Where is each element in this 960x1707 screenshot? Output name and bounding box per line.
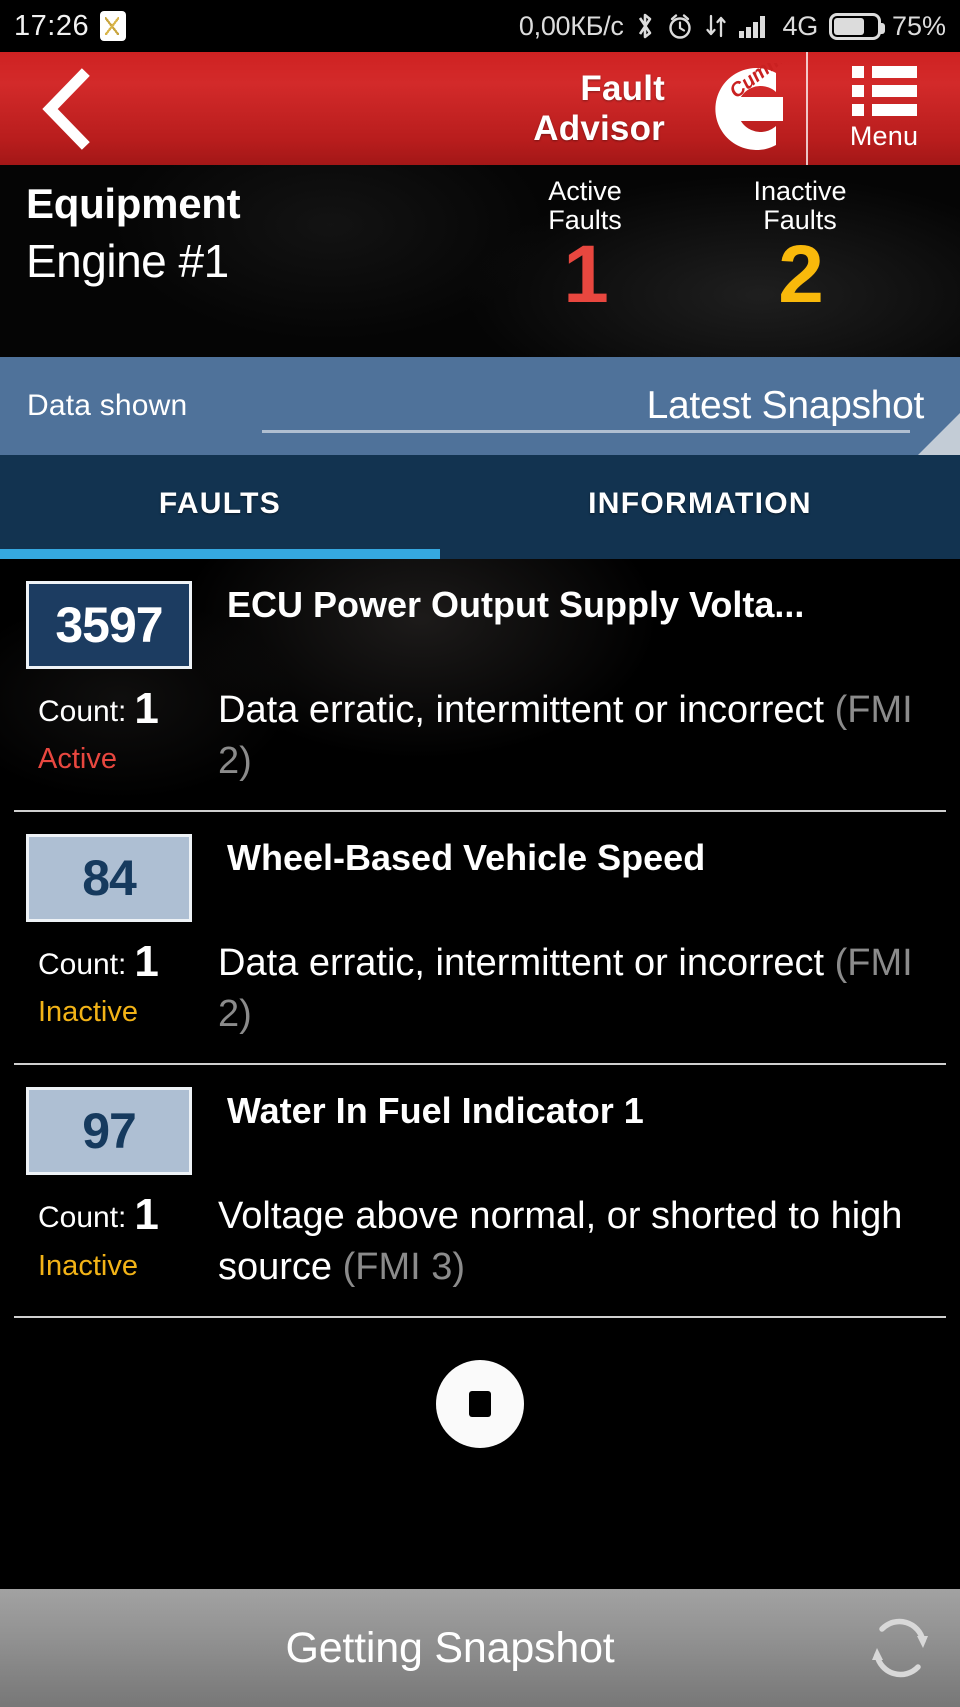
status-bar-clock: 17:26 <box>14 9 90 42</box>
fault-title: ECU Power Output Supply Volta... <box>227 585 805 625</box>
fault-row-body: Count: 1 Inactive Voltage above normal, o… <box>0 1175 960 1316</box>
fault-description: Voltage above normal, or shorted to high… <box>218 1191 960 1292</box>
fault-count-line: Count: 1 <box>38 1190 204 1240</box>
data-shown-selector[interactable]: Data shown Latest Snapshot <box>0 357 960 455</box>
fault-row-header: 3597 ECU Power Output Supply Volta... <box>0 559 960 669</box>
spn-badge: 97 <box>26 1087 192 1176</box>
fault-count-label: Count: <box>38 695 127 728</box>
equipment-identity: Equipment Engine #1 <box>26 179 241 290</box>
fault-count-value: 1 <box>134 1190 159 1240</box>
app-screen: 17:26 0,00КБ/с 4G 75% Fault Advisor Cumm… <box>0 0 960 1707</box>
fault-title: Wheel-Based Vehicle Speed <box>227 838 706 879</box>
signal-bars-icon <box>738 11 772 41</box>
tab-faults[interactable]: FAULTS <box>0 455 440 553</box>
list-menu-icon <box>851 65 917 116</box>
data-transfer-icon <box>705 11 727 41</box>
loading-status-text: Getting Snapshot <box>285 1623 615 1672</box>
tab-information[interactable]: INFORMATION <box>440 455 960 553</box>
app-title: Fault Advisor <box>533 69 665 149</box>
fault-count-block: Count: 1 Inactive <box>12 937 204 1029</box>
network-type-text: 4G <box>782 10 819 41</box>
table-row[interactable]: 97 Water In Fuel Indicator 1 Count: 1 Ina… <box>0 1065 960 1319</box>
fault-row-header: 84 Wheel-Based Vehicle Speed <box>0 812 960 923</box>
active-faults-stat: Active Faults 1 <box>505 176 665 320</box>
fault-count-block: Count: 1 Active <box>12 684 204 776</box>
inactive-faults-label-line1: Inactive <box>753 176 847 206</box>
resize-corner-icon[interactable] <box>918 413 960 455</box>
alarm-clock-icon <box>666 11 694 41</box>
battery-percent-text: 75% <box>891 10 946 41</box>
fault-row-header: 97 Water In Fuel Indicator 1 <box>0 1065 960 1176</box>
fault-count-line: Count: 1 <box>38 937 204 987</box>
fault-row-body: Count: 1 Active Data erratic, intermitten… <box>0 669 960 810</box>
app-notification-icon <box>100 11 127 41</box>
menu-button[interactable]: Menu <box>808 52 960 165</box>
spn-badge: 84 <box>26 834 192 923</box>
menu-button-label: Menu <box>849 120 919 151</box>
svg-text:Cummins: Cummins <box>726 63 794 103</box>
inactive-faults-stat: Inactive Faults 2 <box>720 176 880 320</box>
table-row[interactable]: 3597 ECU Power Output Supply Volta... Co… <box>0 559 960 813</box>
status-bar-right-cluster: 0,00КБ/с 4G 75% <box>519 11 946 42</box>
fault-description-text: Data erratic, intermittent or incorrect <box>218 689 825 731</box>
battery-icon <box>828 12 885 40</box>
fault-count-line: Count: 1 <box>38 684 204 733</box>
loading-spinner-icon <box>436 1360 524 1448</box>
fault-count-block: Count: 1 Inactive <box>12 1190 204 1282</box>
fault-description-text: Data erratic, intermittent or incorrect <box>218 942 825 985</box>
bottom-status-bar: Getting Snapshot <box>0 1589 960 1707</box>
active-faults-label-line1: Active <box>548 176 622 206</box>
bluetooth-icon <box>635 11 655 41</box>
tab-selected-indicator <box>0 549 440 559</box>
app-title-line1: Fault <box>580 68 665 108</box>
back-button[interactable] <box>0 52 130 165</box>
app-header-bar: Fault Advisor Cummins Menu <box>0 29 960 165</box>
fault-title: Water In Fuel Indicator 1 <box>227 1091 644 1132</box>
fault-count-value: 1 <box>134 937 159 987</box>
android-status-bar: 17:26 0,00КБ/с 4G 75% <box>0 0 960 52</box>
refresh-sync-icon <box>872 1618 928 1678</box>
app-title-line2: Advisor <box>533 108 665 148</box>
active-faults-count: 1 <box>563 228 609 320</box>
back-chevron-icon <box>42 67 90 150</box>
status-badge: Active <box>38 743 117 776</box>
status-badge: Inactive <box>38 1249 138 1282</box>
fault-count-label: Count: <box>38 948 127 982</box>
fault-description: Data erratic, intermittent or incorrect … <box>218 685 960 786</box>
row-divider <box>14 1316 946 1319</box>
fault-count-label: Count: <box>38 1201 127 1235</box>
equipment-name: Engine #1 <box>26 234 229 287</box>
spn-badge: 3597 <box>26 581 192 669</box>
fault-fmi: (FMI 3) <box>342 1245 466 1288</box>
table-row[interactable]: 84 Wheel-Based Vehicle Speed Count: 1 Ina… <box>0 812 960 1066</box>
refresh-button[interactable] <box>840 1610 960 1686</box>
status-badge: Inactive <box>38 996 138 1029</box>
fault-count-value: 1 <box>134 684 159 733</box>
tab-bar: FAULTS INFORMATION <box>0 455 960 559</box>
fault-list[interactable]: 3597 ECU Power Output Supply Volta... Co… <box>0 559 960 1448</box>
inactive-faults-count: 2 <box>778 228 824 320</box>
fault-description: Data erratic, intermittent or incorrect … <box>218 938 960 1039</box>
fault-description-text: Voltage above normal, or shorted to high… <box>218 1195 903 1288</box>
data-shown-underline <box>262 430 910 433</box>
cummins-logo: Cummins <box>679 29 811 155</box>
network-speed-text: 0,00КБ/с <box>518 10 624 41</box>
data-shown-value[interactable]: Latest Snapshot <box>647 384 925 428</box>
equipment-heading: Equipment <box>26 180 241 227</box>
equipment-summary-panel: Equipment Engine #1 Active Faults 1 Inac… <box>0 165 960 357</box>
data-shown-label: Data shown <box>27 389 188 422</box>
fault-row-body: Count: 1 Inactive Data erratic, intermitt… <box>0 922 960 1063</box>
